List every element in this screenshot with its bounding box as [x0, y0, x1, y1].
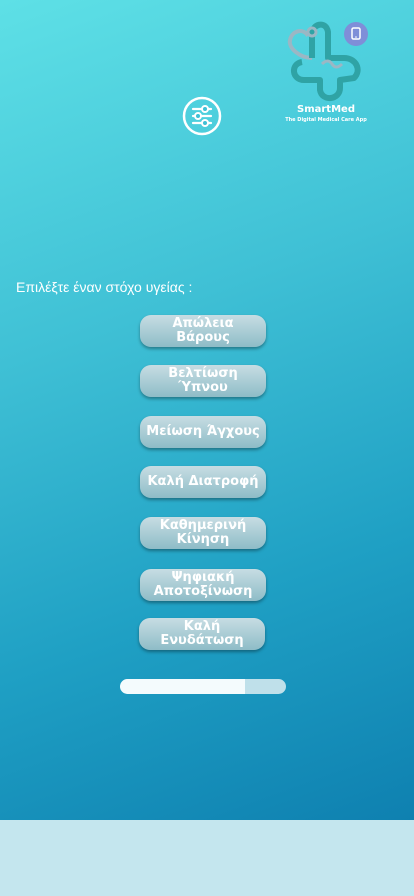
- goal-hydration-button[interactable]: Καλή Ενυδάτωση: [139, 618, 265, 650]
- progress-fill: [120, 679, 245, 694]
- smartmed-logo: SmartMed The Digital Medical Care App: [282, 18, 374, 128]
- bottom-panel: [0, 820, 414, 896]
- goal-stress-button[interactable]: Μείωση Άγχους: [140, 416, 266, 448]
- settings-button[interactable]: [182, 96, 222, 136]
- goal-digital-detox-button[interactable]: Ψηφιακή Αποτοξίνωση: [140, 569, 266, 601]
- sliders-icon: [182, 96, 222, 136]
- goal-weight-loss-button[interactable]: Απώλεια Βάρους: [140, 315, 266, 347]
- phone-badge-icon: [344, 22, 368, 46]
- goal-daily-movement-button[interactable]: Καθημερινή Κίνηση: [140, 517, 266, 549]
- app-name: SmartMed: [297, 104, 355, 115]
- goal-prompt: Επιλέξτε έναν στόχο υγείας :: [16, 279, 193, 295]
- goal-nutrition-button[interactable]: Καλή Διατροφή: [140, 466, 266, 498]
- app-tagline: The Digital Medical Care App: [285, 117, 367, 123]
- progress-bar: [120, 679, 286, 694]
- goal-sleep-button[interactable]: Βελτίωση Ύπνου: [140, 365, 266, 397]
